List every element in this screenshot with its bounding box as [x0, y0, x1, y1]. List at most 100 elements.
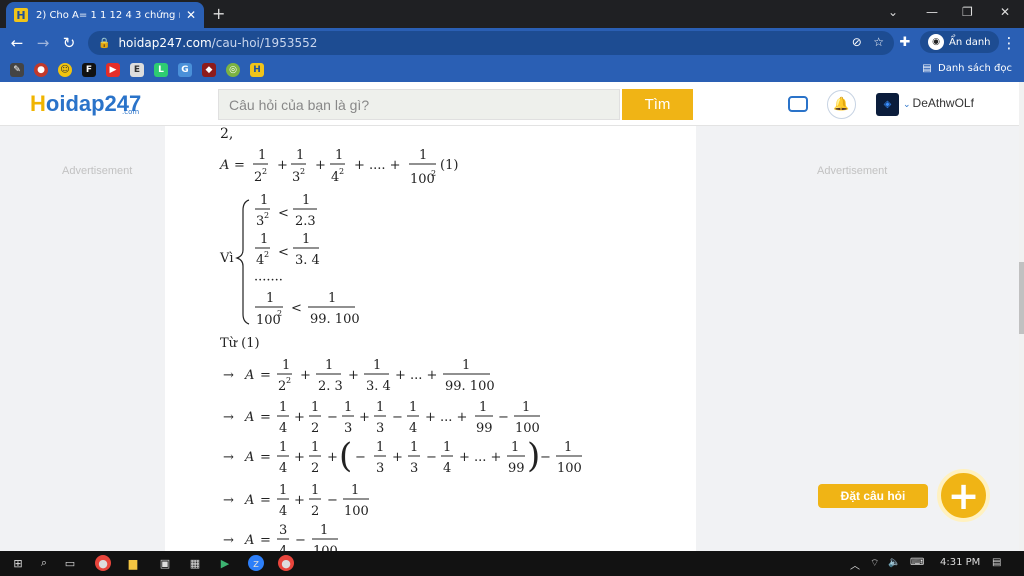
svg-text:3: 3 [376, 461, 384, 476]
bookmark-icon-1[interactable]: ✎ [10, 63, 24, 77]
search-button[interactable]: Tìm [622, 89, 693, 120]
svg-text:1: 1 [351, 483, 359, 498]
inequality-3: 11002 < 199. 100 [255, 291, 360, 328]
bookmark-icon-3[interactable]: ☺ [58, 63, 72, 77]
incognito-icon: ◉ [928, 34, 944, 50]
incognito-badge[interactable]: ◉ Ẩn danh [920, 31, 999, 53]
bookmark-icon-4[interactable]: F [82, 63, 96, 77]
menu-icon[interactable]: ⋮ [996, 34, 1022, 52]
svg-text:+ ... +: + ... + [459, 450, 501, 465]
svg-text:4: 4 [443, 461, 451, 476]
ask-question-plus-icon[interactable]: + [937, 469, 990, 522]
ask-question-label[interactable]: Đặt câu hỏi [818, 484, 928, 508]
chat-icon[interactable] [788, 96, 808, 112]
svg-text:4: 4 [279, 544, 287, 551]
file-explorer-icon[interactable]: ▆ [125, 555, 141, 571]
scrollbar-thumb[interactable] [1019, 262, 1024, 334]
minimize-icon[interactable]: — [926, 5, 938, 19]
store-icon[interactable]: ▣ [157, 555, 173, 571]
svg-text:+ ... +: + ... + [395, 368, 437, 383]
svg-text:A: A [244, 493, 254, 508]
svg-text:<: < [278, 206, 289, 221]
answer-content: 2, A = 122 + 132 + 142 + .... + 1 100 2 (1)… [165, 126, 696, 551]
svg-text:1: 1 [479, 400, 487, 415]
svg-text:1: 1 [443, 440, 451, 455]
app-icon-1[interactable]: ▦ [187, 555, 203, 571]
windows-taskbar: ⊞ ⌕ ▭ ● ▆ ▣ ▦ ▶ z ● ︿ ⌔ 🔈 ⌨ 4:31 PM ▤ [0, 551, 1024, 576]
hoidap-bookmark-icon[interactable]: H [250, 63, 264, 77]
restore-icon[interactable]: ❐ [962, 5, 973, 19]
svg-text:99. 100: 99. 100 [310, 312, 360, 327]
chrome-active-icon[interactable]: ● [278, 555, 294, 571]
youtube-icon[interactable]: ▶ [106, 63, 120, 77]
close-tab-icon[interactable]: ✕ [186, 8, 196, 22]
svg-text:2: 2 [431, 169, 436, 178]
bookmark-icon-2[interactable]: ● [34, 63, 48, 77]
svg-text:1: 1 [522, 400, 530, 415]
svg-text:1: 1 [311, 400, 319, 415]
svg-text:1: 1 [328, 291, 336, 306]
svg-text:1: 1 [302, 193, 310, 208]
back-icon[interactable]: ← [4, 34, 30, 52]
svg-text:1: 1 [279, 483, 287, 498]
translate-icon[interactable]: G [178, 63, 192, 77]
bookmark-star-icon[interactable]: ⊘ ☆ [852, 35, 884, 49]
reading-list[interactable]: ▤ Danh sách đọc [922, 63, 1012, 74]
clock[interactable]: 4:31 PM [940, 557, 980, 568]
keyboard-icon[interactable]: ⌨ [910, 557, 924, 568]
svg-text:−: − [392, 410, 403, 425]
svg-text:1: 1 [373, 358, 381, 373]
svg-text:99: 99 [476, 421, 493, 436]
svg-text:1: 1 [266, 291, 274, 306]
svg-text:2: 2 [262, 167, 267, 176]
advertisement-right: Advertisement [817, 165, 888, 177]
svg-text:3: 3 [344, 421, 352, 436]
reload-icon[interactable]: ↻ [56, 34, 82, 52]
svg-text:99. 100: 99. 100 [445, 379, 495, 394]
svg-text:1: 1 [260, 193, 268, 208]
svg-text:−: − [498, 410, 509, 425]
browser-tab[interactable]: H 2) Cho A= 1 1 12 4 3 chứng minh ✕ [6, 2, 204, 28]
search-input[interactable]: Câu hỏi của bạn là gì? [218, 89, 620, 120]
forward-icon[interactable]: → [30, 34, 56, 52]
bookmark-icon-6[interactable]: E [130, 63, 144, 77]
svg-text:3: 3 [410, 461, 418, 476]
avatar[interactable]: ◈ [876, 93, 899, 116]
svg-text:+: + [348, 368, 359, 383]
tray-chevron-icon[interactable]: ︿ [850, 557, 860, 572]
windows-start-icon[interactable]: ⊞ [10, 555, 26, 571]
svg-text:2: 2 [311, 461, 319, 476]
user-menu[interactable]: ⌄ DeAthwOLf [903, 96, 974, 110]
network-icon[interactable]: ⌔ [870, 557, 879, 570]
notification-bell-icon[interactable]: 🔔 [827, 90, 856, 119]
svg-text:1: 1 [279, 400, 287, 415]
app-icon-2[interactable]: ▶ [217, 555, 233, 571]
svg-text:−: − [540, 450, 551, 465]
search-icon[interactable]: ⌕ [36, 555, 52, 571]
notification-center-icon[interactable]: ▤ [992, 557, 1001, 568]
address-bar[interactable]: 🔒 hoidap247.com/cau-hoi/1953552 ⊘ ☆ [88, 31, 894, 55]
new-tab-icon[interactable]: + [212, 4, 225, 23]
svg-text:+: + [359, 410, 370, 425]
svg-text:<: < [278, 245, 289, 260]
svg-text:1: 1 [376, 400, 384, 415]
volume-icon[interactable]: 🔈 [888, 557, 900, 568]
bookmark-icon-7[interactable]: L [154, 63, 168, 77]
svg-text:=: = [260, 450, 271, 465]
svg-text:−: − [295, 533, 306, 548]
svg-text:2: 2 [300, 167, 305, 176]
zalo-icon[interactable]: z [248, 555, 264, 571]
svg-text:+: + [392, 450, 403, 465]
chrome-icon[interactable]: ● [95, 555, 111, 571]
browser-toolbar: ← → ↻ 🔒 hoidap247.com/cau-hoi/1953552 ⊘ … [0, 28, 1024, 58]
svg-text:1: 1 [260, 232, 268, 247]
tab-search-icon[interactable]: ⌄ [888, 5, 898, 19]
close-window-icon[interactable]: ✕ [1000, 5, 1010, 19]
bookmark-icon-10[interactable]: ◎ [226, 63, 240, 77]
svg-text:(1): (1) [440, 158, 458, 173]
bookmark-icon-9[interactable]: ◆ [202, 63, 216, 77]
incognito-label: Ẩn danh [949, 36, 991, 48]
url-path: /cau-hoi/1953552 [211, 36, 318, 50]
extensions-icon[interactable]: ✚ [892, 35, 918, 50]
task-view-icon[interactable]: ▭ [62, 555, 78, 571]
